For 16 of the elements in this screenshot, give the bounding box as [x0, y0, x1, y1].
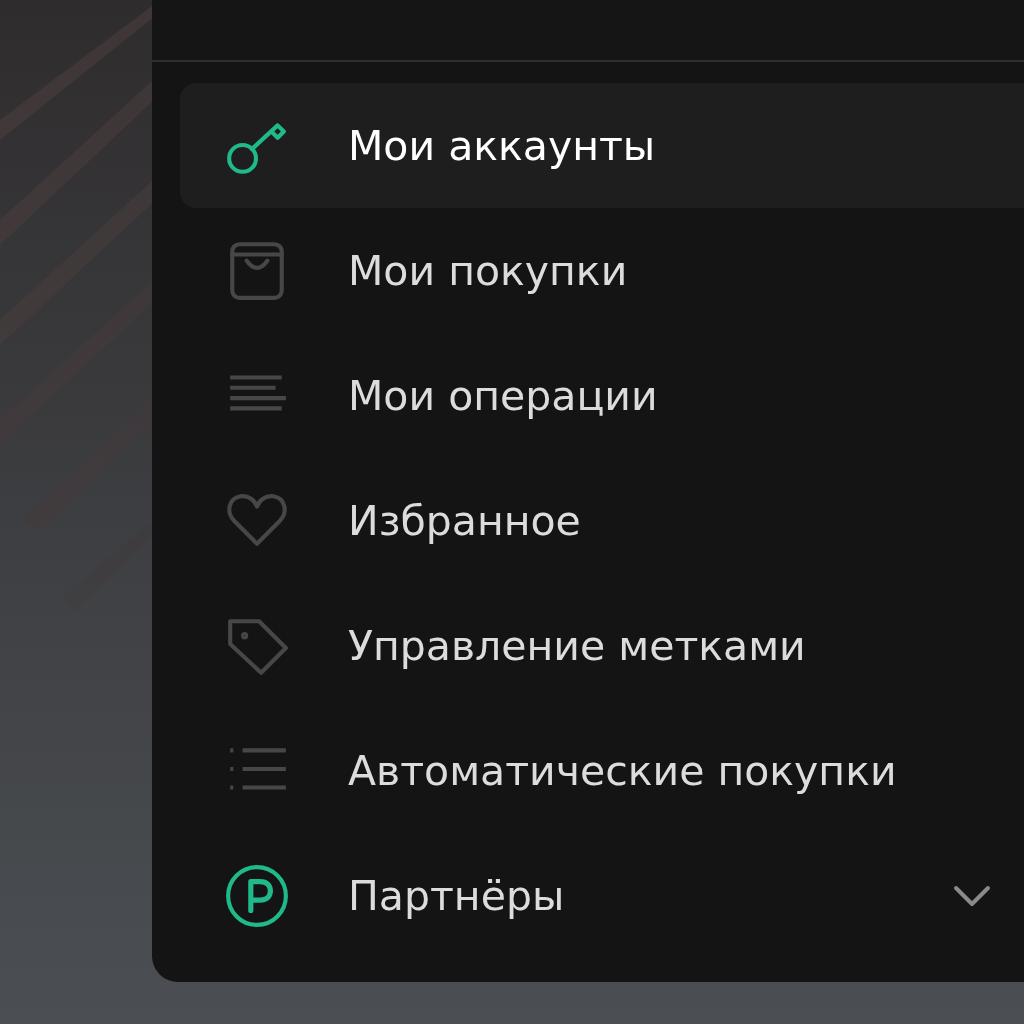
letter-circle-icon	[224, 862, 290, 929]
menu-item-label: Автоматические покупки	[348, 746, 897, 795]
menu-item[interactable]: Партнёры	[180, 833, 1024, 958]
menu-item-label: Мои покупки	[348, 246, 628, 295]
chevron-down-icon[interactable]	[952, 883, 992, 908]
menu-item[interactable]: Управление метками	[180, 583, 1024, 708]
menu-item-label: Партнёры	[348, 871, 565, 920]
menu-item-label: Мои операции	[348, 371, 658, 420]
menu-item-label: Управление метками	[348, 621, 806, 670]
menu-item[interactable]: Избранное	[180, 458, 1024, 583]
menu-item[interactable]: Мои операции	[180, 333, 1024, 458]
menu-item[interactable]: Мои покупки	[180, 208, 1024, 333]
menu-item-label: Избранное	[348, 496, 581, 545]
menu-item[interactable]: Автоматические покупки	[180, 708, 1024, 833]
menu-item-label: Мои аккаунты	[348, 121, 656, 170]
menu-item[interactable]: Мои аккаунты	[180, 83, 1024, 208]
